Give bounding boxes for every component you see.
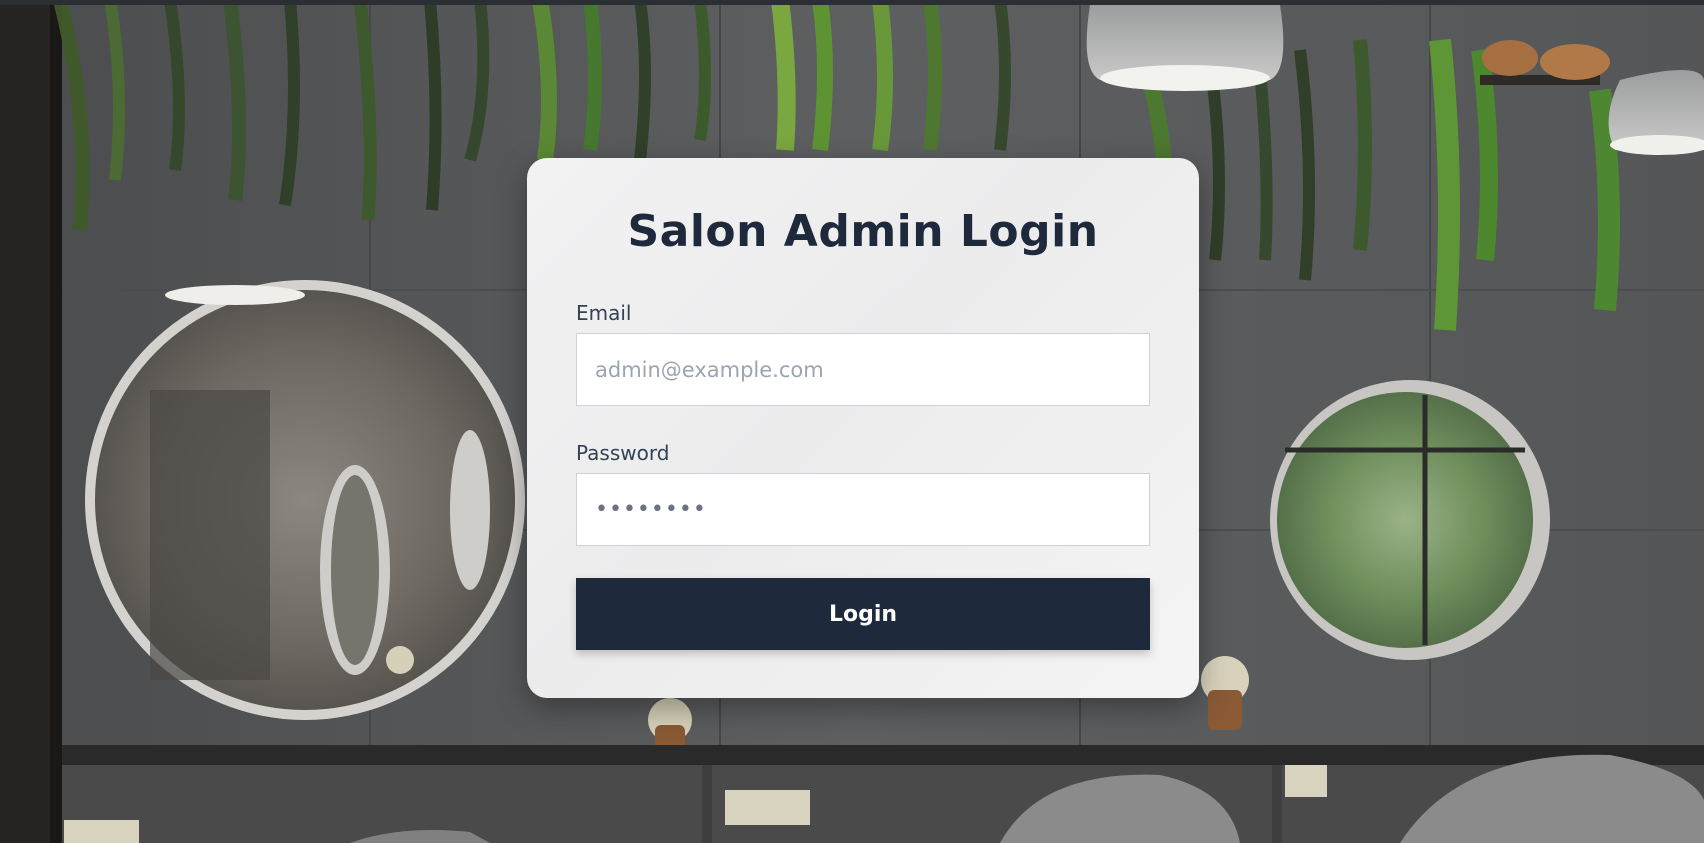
login-title: Salon Admin Login <box>627 206 1099 257</box>
login-card: Salon Admin Login Email Password Login <box>527 158 1199 698</box>
password-label: Password <box>576 441 670 465</box>
email-input[interactable] <box>576 333 1150 406</box>
page: Salon Admin Login Email Password Login <box>0 0 1704 843</box>
password-input[interactable] <box>576 473 1150 546</box>
login-button[interactable]: Login <box>576 578 1150 650</box>
top-bar <box>0 0 1704 5</box>
email-label: Email <box>576 301 632 325</box>
